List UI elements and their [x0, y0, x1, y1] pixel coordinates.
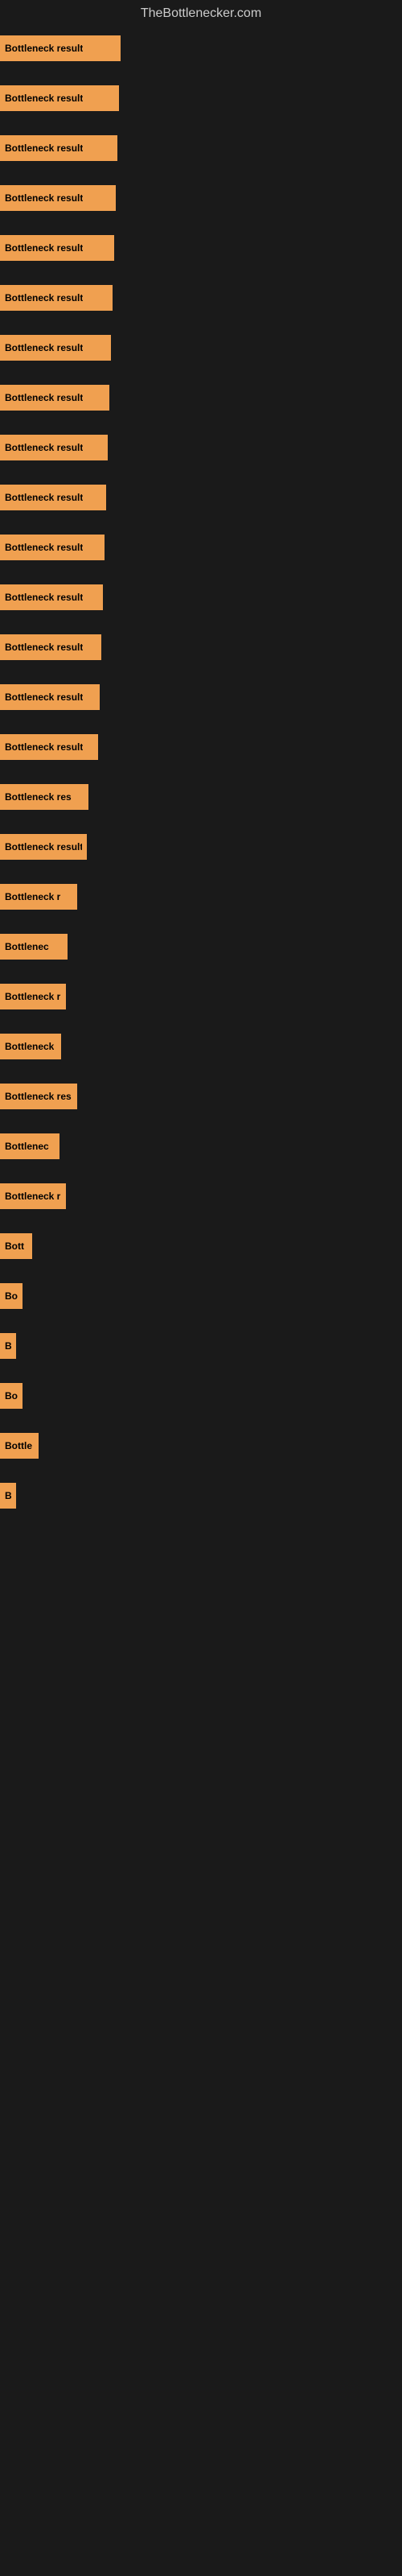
- bottleneck-bar[interactable]: Bottlenec: [0, 1133, 59, 1159]
- bar-label: Bottleneck result: [5, 392, 83, 403]
- bar-label: Bo: [5, 1390, 18, 1402]
- bar-label: Bottleneck result: [5, 642, 83, 653]
- bar-label: Bottleneck result: [5, 192, 83, 204]
- bar-label: Bottleneck r: [5, 991, 60, 1002]
- bar-row: Bottleneck result: [0, 630, 402, 665]
- bar-label: Bottleneck result: [5, 142, 83, 154]
- bar-row: Bottleneck result: [0, 80, 402, 116]
- bottleneck-bar[interactable]: Bottleneck result: [0, 185, 116, 211]
- bottleneck-bar[interactable]: Bott: [0, 1233, 32, 1259]
- bottleneck-bar[interactable]: Bottleneck r: [0, 884, 77, 910]
- bar-row: Bottleneck result: [0, 180, 402, 216]
- bar-label: Bottleneck result: [5, 841, 82, 852]
- bar-label: Bottleneck result: [5, 442, 83, 453]
- bar-row: Bottleneck res: [0, 779, 402, 815]
- bar-row: Bottleneck result: [0, 280, 402, 316]
- bottleneck-bar[interactable]: Bottleneck result: [0, 535, 105, 560]
- bar-row: Bottleneck result: [0, 530, 402, 565]
- bar-row: Bottlenec: [0, 1129, 402, 1164]
- bar-label: Bottleneck result: [5, 542, 83, 553]
- bottleneck-bar[interactable]: Bottleneck result: [0, 485, 106, 510]
- bar-row: Bo: [0, 1378, 402, 1414]
- bar-label: Bottlenec: [5, 1141, 49, 1152]
- bar-row: B: [0, 1328, 402, 1364]
- bar-row: Bottleneck r: [0, 879, 402, 914]
- bottleneck-bar[interactable]: Bottle: [0, 1433, 39, 1459]
- bar-row: Bottleneck result: [0, 330, 402, 365]
- bar-row: Bo: [0, 1278, 402, 1314]
- bar-row: Bottleneck result: [0, 679, 402, 715]
- bar-label: B: [5, 1340, 11, 1352]
- bar-row: Bottleneck result: [0, 480, 402, 515]
- bottleneck-bar[interactable]: Bottleneck res: [0, 1084, 77, 1109]
- bars-container: Bottleneck result Bottleneck result Bottle…: [0, 31, 402, 1528]
- bar-label: Bottleneck result: [5, 592, 83, 603]
- bar-row: Bottleneck r: [0, 979, 402, 1014]
- bar-label: Bottleneck result: [5, 741, 83, 753]
- bar-label: Bottleneck result: [5, 93, 83, 104]
- bar-row: Bottleneck r: [0, 1179, 402, 1214]
- bottleneck-bar[interactable]: Bottleneck result: [0, 135, 117, 161]
- bottleneck-bar[interactable]: Bottleneck r: [0, 984, 66, 1009]
- bar-label: B: [5, 1490, 11, 1501]
- bar-row: Bottlenec: [0, 929, 402, 964]
- bottleneck-bar[interactable]: Bottleneck result: [0, 285, 113, 311]
- bar-label: Bott: [5, 1241, 24, 1252]
- bar-label: Bottleneck r: [5, 891, 60, 902]
- bar-row: Bottleneck result: [0, 729, 402, 765]
- bar-label: Bottleneck result: [5, 691, 83, 703]
- bar-label: Bottleneck res: [5, 791, 72, 803]
- bottleneck-bar[interactable]: Bottleneck result: [0, 435, 108, 460]
- bar-label: Bottle: [5, 1440, 32, 1451]
- bar-label: Bottleneck: [5, 1041, 54, 1052]
- bottleneck-bar[interactable]: Bo: [0, 1283, 23, 1309]
- bottleneck-bar[interactable]: Bottleneck res: [0, 784, 88, 810]
- bottleneck-bar[interactable]: Bottlenec: [0, 934, 68, 960]
- bar-row: Bott: [0, 1228, 402, 1264]
- bar-row: Bottleneck result: [0, 130, 402, 166]
- bottleneck-bar[interactable]: Bottleneck result: [0, 634, 101, 660]
- bar-row: Bottleneck result: [0, 430, 402, 465]
- bottleneck-bar[interactable]: Bottleneck: [0, 1034, 61, 1059]
- bottleneck-bar[interactable]: Bo: [0, 1383, 23, 1409]
- bottleneck-bar[interactable]: Bottleneck result: [0, 235, 114, 261]
- bar-label: Bottleneck r: [5, 1191, 60, 1202]
- site-header: TheBottlenecker.com: [0, 0, 402, 31]
- bar-label: Bottleneck res: [5, 1091, 72, 1102]
- bar-row: B: [0, 1478, 402, 1513]
- bottleneck-bar[interactable]: Bottleneck r: [0, 1183, 66, 1209]
- bar-label: Bottleneck result: [5, 292, 83, 303]
- bottleneck-bar[interactable]: Bottleneck result: [0, 734, 98, 760]
- bottleneck-bar[interactable]: Bottleneck result: [0, 385, 109, 411]
- bottleneck-bar[interactable]: Bottleneck result: [0, 85, 119, 111]
- bar-label: Bottleneck result: [5, 43, 83, 54]
- bar-label: Bottlenec: [5, 941, 49, 952]
- bar-row: Bottleneck res: [0, 1079, 402, 1114]
- bar-label: Bottleneck result: [5, 342, 83, 353]
- bar-row: Bottleneck result: [0, 380, 402, 415]
- bar-row: Bottleneck result: [0, 580, 402, 615]
- bar-row: Bottle: [0, 1428, 402, 1463]
- bar-row: Bottleneck result: [0, 31, 402, 66]
- bar-label: Bo: [5, 1290, 18, 1302]
- bar-row: Bottleneck result: [0, 230, 402, 266]
- bar-row: Bottleneck result: [0, 829, 402, 865]
- bar-row: Bottleneck: [0, 1029, 402, 1064]
- bottleneck-bar[interactable]: Bottleneck result: [0, 834, 87, 860]
- bar-label: Bottleneck result: [5, 242, 83, 254]
- bottleneck-bar[interactable]: B: [0, 1333, 16, 1359]
- bottleneck-bar[interactable]: Bottleneck result: [0, 684, 100, 710]
- site-title: TheBottlenecker.com: [0, 0, 402, 31]
- bottleneck-bar[interactable]: Bottleneck result: [0, 335, 111, 361]
- bottleneck-bar[interactable]: Bottleneck result: [0, 35, 121, 61]
- bar-label: Bottleneck result: [5, 492, 83, 503]
- bottleneck-bar[interactable]: Bottleneck result: [0, 584, 103, 610]
- bottleneck-bar[interactable]: B: [0, 1483, 16, 1509]
